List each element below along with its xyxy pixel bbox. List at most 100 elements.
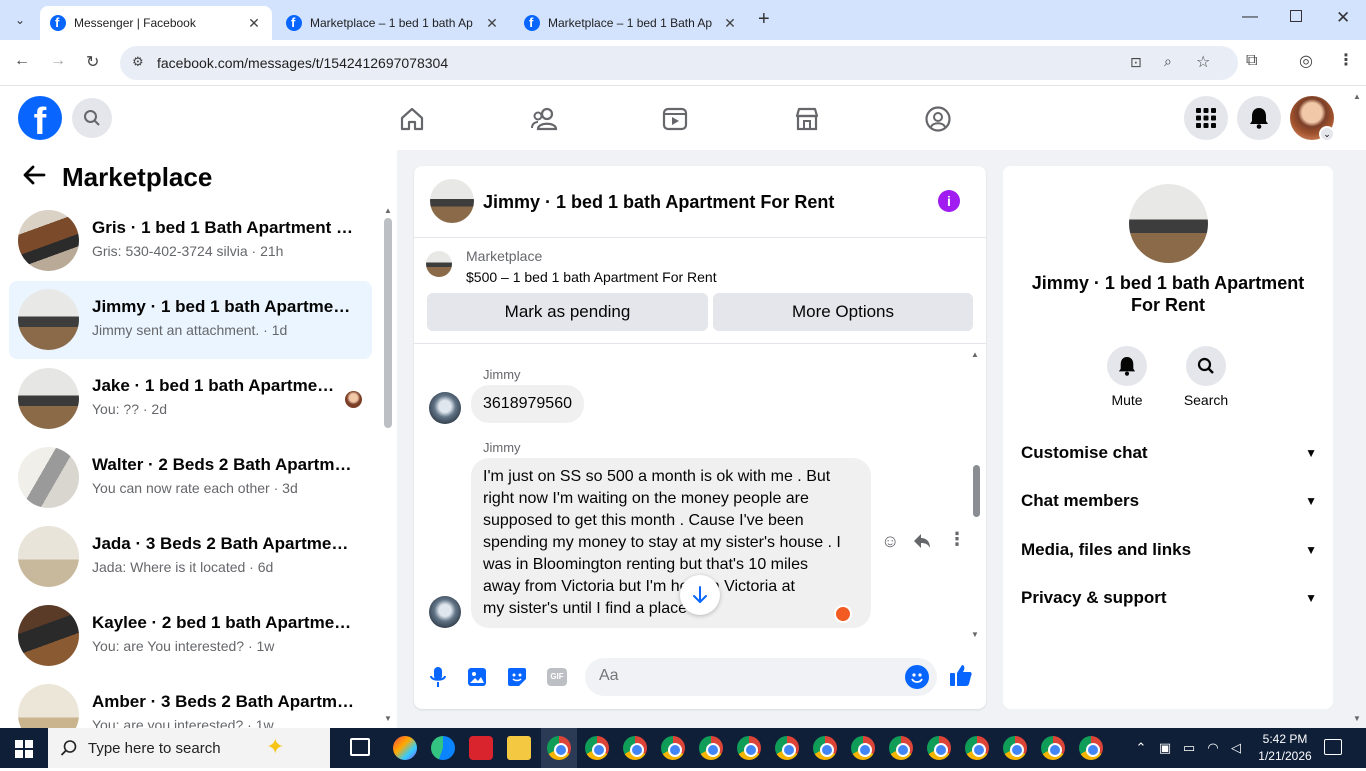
chrome-icon[interactable] (623, 736, 647, 760)
chrome-icon[interactable] (661, 736, 685, 760)
thumbs-up-icon[interactable] (949, 663, 973, 687)
conversation-item-amber[interactable]: Amber · 3 Beds 2 Bath Apartme... You: ar… (9, 676, 372, 728)
mute-button[interactable]: Mute (1097, 346, 1157, 408)
conversation-list-scrollbar[interactable] (384, 218, 392, 428)
close-tab-icon[interactable]: ✕ (484, 15, 500, 32)
close-tab-icon[interactable]: ✕ (246, 15, 262, 32)
file-explorer-icon[interactable] (507, 736, 531, 760)
chrome-icon[interactable] (547, 736, 571, 760)
scroll-to-bottom-button[interactable] (680, 575, 720, 615)
scroll-down-arrow-icon[interactable]: ▼ (384, 714, 392, 723)
info-icon[interactable]: i (938, 190, 960, 212)
back-arrow-icon[interactable]: ← (14, 52, 30, 70)
chrome-icon[interactable] (1041, 736, 1065, 760)
chrome-icon[interactable] (737, 736, 761, 760)
conversation-item-jimmy[interactable]: Jimmy · 1 bed 1 bath Apartment ... Jimmy… (9, 281, 372, 359)
tab-marketplace-1[interactable]: Marketplace – 1 bed 1 bath Ap ✕ (276, 6, 510, 40)
chrome-icon[interactable] (851, 736, 875, 760)
tab-marketplace-2[interactable]: Marketplace – 1 bed 1 Bath Ap ✕ (514, 6, 748, 40)
listing-thumbnail[interactable] (426, 251, 452, 277)
address-bar[interactable]: ⚙ facebook.com/messages/t/15424126970783… (120, 46, 1238, 80)
tray-overflow-icon[interactable]: ⌃ (1132, 728, 1150, 768)
taskbar-search-box[interactable]: Type here to search ✦ (48, 728, 330, 768)
chrome-icon[interactable] (775, 736, 799, 760)
friends-nav-icon[interactable] (529, 104, 559, 134)
task-view-icon[interactable] (350, 738, 370, 756)
message-bubble[interactable]: 3618979560 (471, 385, 584, 423)
chrome-icon[interactable] (1003, 736, 1027, 760)
marketplace-nav-icon[interactable] (792, 104, 822, 134)
close-tab-icon[interactable]: ✕ (722, 15, 738, 32)
meet-now-icon[interactable]: ▣ (1156, 728, 1174, 768)
conversation-item-gris[interactable]: Gris · 1 bed 1 Bath Apartment Fo... Gris… (9, 202, 372, 280)
scroll-up-arrow-icon[interactable]: ▲ (384, 206, 392, 215)
edge-icon[interactable] (431, 736, 455, 760)
url-text[interactable]: facebook.com/messages/t/1542412697078304 (157, 55, 448, 71)
chat-avatar[interactable] (430, 179, 474, 223)
windows-start-icon[interactable] (15, 740, 33, 763)
mark-as-pending-button[interactable]: Mark as pending (427, 293, 708, 331)
scroll-up-arrow-icon[interactable]: ▲ (971, 350, 979, 359)
chrome-icon[interactable] (813, 736, 837, 760)
copilot-icon[interactable] (393, 736, 417, 760)
facebook-search-button[interactable] (72, 98, 112, 138)
battery-icon[interactable]: ▭ (1180, 728, 1198, 768)
sticker-icon[interactable] (505, 665, 529, 689)
sender-avatar[interactable] (429, 596, 461, 628)
section-privacy-support[interactable]: Privacy & support ▼ (1021, 588, 1317, 608)
conversation-item-jada[interactable]: Jada · 3 Beds 2 Bath Apartment ... Jada:… (9, 518, 372, 596)
back-arrow-icon[interactable] (22, 162, 48, 193)
section-customise-chat[interactable]: Customise chat ▼ (1021, 443, 1317, 463)
reload-icon[interactable]: ↻ (86, 52, 99, 72)
section-chat-members[interactable]: Chat members ▼ (1021, 491, 1317, 511)
scroll-down-arrow-icon[interactable]: ▼ (971, 630, 979, 639)
forward-arrow-icon[interactable]: → (50, 52, 66, 70)
conversation-item-kaylee[interactable]: Kaylee · 2 bed 1 bath Apartment ... You:… (9, 597, 372, 675)
restore-window-icon[interactable] (1290, 10, 1302, 22)
video-nav-icon[interactable] (660, 104, 690, 134)
tab-messenger[interactable]: Messenger | Facebook ✕ (40, 6, 272, 40)
chrome-icon[interactable] (1079, 736, 1103, 760)
wps-office-icon[interactable] (469, 736, 493, 760)
emoji-icon[interactable] (905, 665, 929, 689)
conversation-item-jake[interactable]: Jake · 1 bed 1 bath Apartment ... You: ?… (9, 360, 372, 438)
notification-center-icon[interactable] (1324, 739, 1342, 755)
chat-title[interactable]: Jimmy · 1 bed 1 bath Apartment For Rent (483, 192, 834, 213)
search-in-chat-button[interactable]: Search (1176, 346, 1236, 408)
chrome-icon[interactable] (585, 736, 609, 760)
wifi-icon[interactable]: ◠ (1204, 728, 1222, 768)
message-input[interactable] (599, 667, 889, 685)
chrome-icon[interactable] (965, 736, 989, 760)
extensions-icon[interactable]: ⧉ (1246, 52, 1257, 70)
microphone-icon[interactable] (426, 665, 450, 689)
conversation-item-walter[interactable]: Walter · 2 Beds 2 Bath Apartmen... You c… (9, 439, 372, 517)
gaming-nav-icon[interactable] (923, 104, 953, 134)
home-nav-icon[interactable] (397, 104, 427, 134)
install-app-icon[interactable]: ⊡ (1130, 54, 1142, 71)
message-scrollbar[interactable] (973, 465, 980, 517)
chrome-icon[interactable] (699, 736, 723, 760)
browser-menu-icon[interactable]: ⋮ (1338, 50, 1354, 70)
gif-icon[interactable]: GIF (545, 665, 569, 689)
tab-search-icon[interactable]: ⌄ (8, 8, 32, 32)
react-smiley-icon[interactable]: ☺ (881, 531, 899, 552)
new-tab-icon[interactable]: + (758, 8, 770, 31)
volume-icon[interactable]: ◁ (1227, 728, 1245, 768)
menu-button[interactable] (1184, 96, 1228, 140)
facebook-logo-icon[interactable]: f (18, 96, 62, 140)
taskbar-clock[interactable]: 5:42 PM 1/21/2026 (1250, 731, 1320, 771)
chrome-icon[interactable] (889, 736, 913, 760)
minimize-window-icon[interactable]: — (1242, 8, 1258, 26)
message-bubble[interactable]: I'm just on SS so 500 a month is ok with… (471, 458, 871, 628)
sender-avatar[interactable] (429, 392, 461, 424)
more-actions-icon[interactable]: ⋮ (948, 529, 966, 550)
page-scroll-up-icon[interactable]: ▲ (1353, 92, 1361, 101)
photo-icon[interactable] (465, 665, 489, 689)
section-media-files-links[interactable]: Media, files and links ▼ (1021, 540, 1317, 560)
profile-icon[interactable]: ◎ (1299, 51, 1313, 71)
notifications-button[interactable] (1237, 96, 1281, 140)
site-info-icon[interactable]: ⚙ (132, 54, 144, 70)
page-scroll-down-icon[interactable]: ▼ (1353, 714, 1361, 723)
zoom-icon[interactable]: ⌕ (1164, 53, 1172, 70)
chrome-icon[interactable] (927, 736, 951, 760)
